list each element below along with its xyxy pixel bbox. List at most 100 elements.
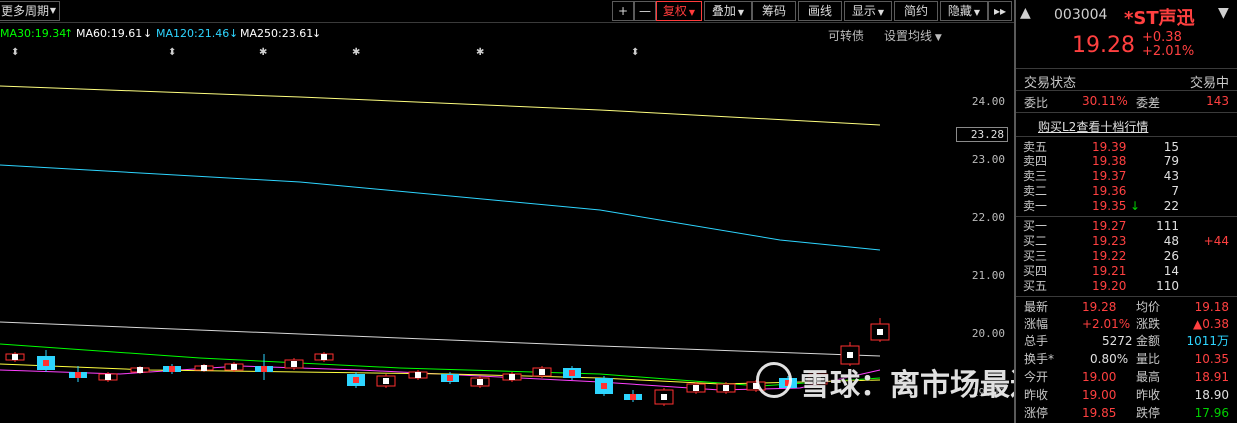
ask-row[interactable]: 卖一 19.35 ↓ 22 — [1016, 199, 1237, 213]
divider — [1016, 68, 1237, 69]
bid-row[interactable]: 买五 19.20 110 — [1016, 279, 1237, 293]
chips-button[interactable]: 筹码 — [752, 1, 796, 21]
bid-price: 19.22 — [1092, 249, 1127, 263]
candle-marker — [105, 374, 111, 380]
bid-name: 买一 — [1023, 219, 1048, 233]
limit-up-value: 19.85 — [1082, 406, 1117, 420]
y-tick-label: 22.00 — [971, 211, 1005, 224]
ask-row[interactable]: 卖二 19.36 7 — [1016, 184, 1237, 198]
event-marker-icon[interactable]: ⬍ — [11, 47, 19, 58]
ask-row[interactable]: 卖五 19.39 15 — [1016, 140, 1237, 154]
bid-row[interactable]: 买三 19.22 26 — [1016, 249, 1237, 263]
candle-marker — [261, 366, 267, 372]
limit-up-label: 涨停 — [1024, 406, 1049, 420]
latest-value: 19.28 — [1082, 300, 1117, 314]
ask-row[interactable]: 卖三 19.37 43 — [1016, 169, 1237, 183]
chg-label: 涨跌 — [1136, 317, 1161, 331]
divider — [1016, 112, 1237, 113]
limit-down-label: 跌停 — [1136, 406, 1161, 420]
ask-name: 卖一 — [1023, 199, 1048, 213]
ma30-value: MA30:19.34 — [0, 27, 67, 40]
ma60-value: MA60:19.61 — [76, 27, 143, 40]
simple-button[interactable]: 简约 — [894, 1, 938, 21]
bid-row[interactable]: 买一 19.27 111 — [1016, 219, 1237, 233]
candle-marker — [601, 383, 607, 389]
ma30-arrow-icon: ↑ — [64, 27, 74, 40]
chevron-down-icon: ▼ — [973, 8, 981, 17]
divider — [1016, 90, 1237, 91]
candle-marker — [477, 379, 483, 385]
bid-volume: 48 — [1163, 234, 1179, 248]
candle-marker — [353, 377, 359, 383]
y-tick-label: 21.00 — [971, 269, 1005, 282]
zoom-in-button[interactable]: + — [612, 1, 634, 21]
adjust-button[interactable]: 复权 ▼ — [656, 1, 702, 21]
candle-marker — [509, 374, 515, 380]
candle-marker — [877, 329, 883, 335]
bid-change: +44 — [1203, 234, 1229, 248]
pct-label: 涨幅 — [1024, 317, 1049, 331]
candle-marker — [291, 361, 297, 367]
l2-upgrade-link[interactable]: 购买L2查看十档行情 — [1038, 118, 1148, 135]
ma250-arrow-icon: ↓ — [312, 27, 322, 40]
display-button[interactable]: 显示 ▼ — [844, 1, 892, 21]
candle-marker — [847, 352, 853, 358]
ma120-line — [0, 164, 881, 251]
draw-line-button[interactable]: 画线 — [798, 1, 842, 21]
chevron-down-icon: ▼ — [688, 8, 696, 17]
event-star-icon[interactable]: ✱ — [259, 47, 267, 58]
bid-price: 19.23 — [1092, 234, 1127, 248]
ma120-arrow-icon: ↓ — [229, 27, 239, 40]
event-marker-icon[interactable]: ⬍ — [631, 47, 639, 58]
prev-stock-icon[interactable]: ▲ — [1020, 5, 1031, 21]
bid-price: 19.21 — [1092, 264, 1127, 278]
quote-panel: ▲ 003004 *ST声迅 ▼ 19.28 +0.38 +2.01% 交易状态… — [1014, 0, 1237, 423]
ask-name: 卖二 — [1023, 184, 1048, 198]
ask-price: 19.39 — [1092, 140, 1127, 154]
bid-name: 买三 — [1023, 249, 1048, 263]
overlay-button[interactable]: 叠加 ▼ — [704, 1, 752, 21]
expand-icon[interactable]: ▸▸ — [988, 1, 1012, 21]
candle-marker — [447, 375, 453, 381]
yclose-value: 18.90 — [1194, 388, 1229, 402]
event-star-icon[interactable]: ✱ — [476, 47, 484, 58]
hide-label: 隐藏 — [947, 4, 972, 18]
bid-row[interactable]: 买四 19.21 14 — [1016, 264, 1237, 278]
hide-button[interactable]: 隐藏 ▼ — [940, 1, 988, 21]
chevron-down-icon: ▼ — [737, 8, 745, 17]
yclose-label-2: 昨收 — [1136, 388, 1161, 402]
ratio-value: 10.35 — [1194, 352, 1229, 366]
volume-value: 5272 — [1102, 334, 1133, 348]
ma60-line — [0, 321, 881, 357]
candle-marker — [661, 394, 667, 400]
candle-marker — [383, 378, 389, 384]
ma250-line — [0, 85, 881, 126]
candle-marker — [231, 364, 237, 370]
bid-row[interactable]: 买二 19.23 48 +44 — [1016, 234, 1237, 248]
y-tick-label: 23.00 — [971, 153, 1005, 166]
status-value: 交易中 — [1189, 76, 1229, 91]
volume-label: 总手 — [1024, 334, 1049, 348]
open-value: 19.00 — [1082, 370, 1117, 384]
avg-label: 均价 — [1136, 300, 1161, 314]
overlay-label: 叠加 — [711, 4, 736, 18]
current-price: 19.28 — [1072, 33, 1135, 58]
ask-volume: 43 — [1163, 169, 1179, 183]
event-star-icon[interactable]: ✱ — [352, 47, 360, 58]
latest-label: 最新 — [1024, 300, 1049, 314]
pct-value: +2.01% — [1082, 317, 1131, 331]
open-value-2: 19.00 — [1082, 388, 1117, 402]
ma-settings-button[interactable]: 设置均线 ▼ — [884, 27, 942, 44]
zoom-out-button[interactable]: — — [634, 1, 656, 21]
change-value: +0.38 — [1142, 30, 1182, 45]
price-change: +0.38 +2.01% — [1142, 31, 1194, 59]
candle-marker — [321, 354, 327, 360]
ask-row[interactable]: 卖四 19.38 79 — [1016, 154, 1237, 168]
candle-marker — [169, 366, 175, 372]
period-dropdown[interactable]: 更多周期 ▼ — [0, 1, 60, 21]
ask-volume: 22 — [1163, 199, 1179, 213]
change-percent: +2.01% — [1142, 44, 1195, 59]
convertible-bond-link[interactable]: 可转债 — [828, 27, 864, 44]
event-marker-icon[interactable]: ⬍ — [168, 47, 176, 58]
next-stock-icon[interactable]: ▼ — [1218, 5, 1229, 21]
